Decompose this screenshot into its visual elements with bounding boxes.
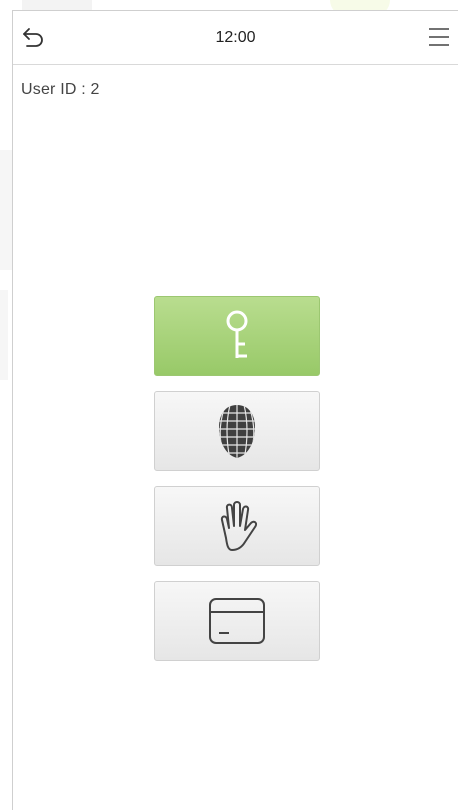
face-verify-button[interactable] <box>154 391 320 471</box>
face-scan-icon <box>219 405 255 458</box>
clock-time: 12:00 <box>215 29 256 46</box>
card-icon <box>209 598 265 644</box>
user-id-label: User ID : 2 <box>21 81 100 98</box>
palm-verify-button[interactable] <box>154 486 320 566</box>
menu-button[interactable] <box>426 25 452 49</box>
top-bar: 12:00 <box>13 11 458 65</box>
palm-icon <box>220 501 258 551</box>
device-screen: 12:00 User ID : 2 <box>12 10 458 810</box>
card-verify-button[interactable] <box>154 581 320 661</box>
background-decoration <box>0 150 12 270</box>
background-decoration <box>0 290 8 380</box>
hamburger-menu-icon <box>429 28 449 46</box>
key-icon <box>226 310 248 358</box>
password-verify-button[interactable] <box>154 296 320 376</box>
